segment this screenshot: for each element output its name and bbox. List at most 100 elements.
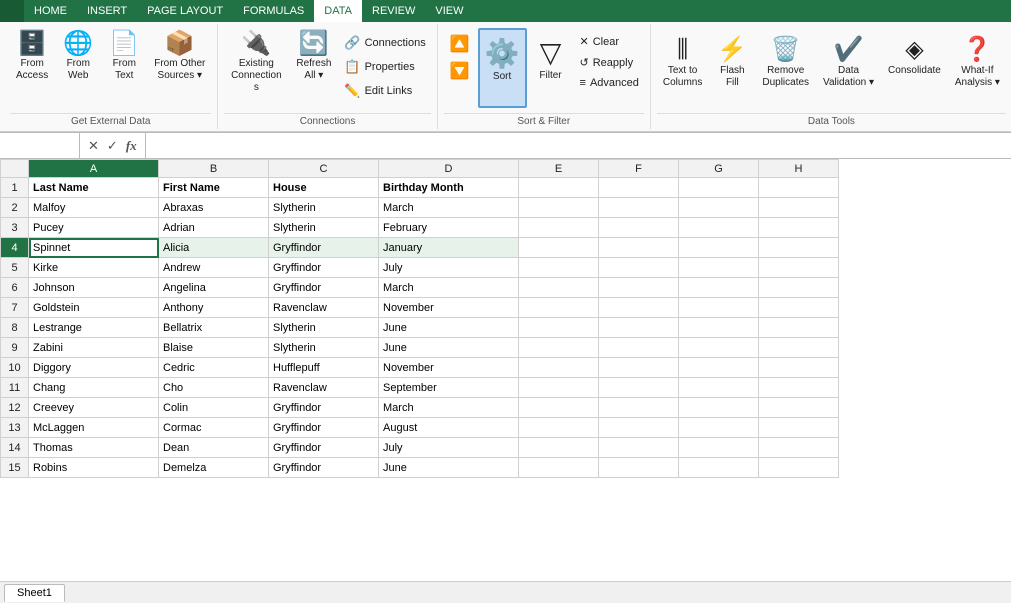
cell[interactable] [759,178,839,198]
cell[interactable]: Lestrange [29,318,159,338]
cell[interactable]: Gryffindor [269,438,379,458]
menu-home[interactable]: HOME [24,0,77,22]
cell[interactable] [599,298,679,318]
cell[interactable]: Adrian [159,218,269,238]
cell[interactable] [599,258,679,278]
menu-formulas[interactable]: FORMULAS [233,0,314,22]
row-header-11[interactable]: 11 [1,378,29,398]
cell[interactable] [679,438,759,458]
col-header-d[interactable]: D [379,160,519,178]
cell[interactable]: August [379,418,519,438]
cell[interactable]: July [379,438,519,458]
cell[interactable] [759,198,839,218]
col-header-b[interactable]: B [159,160,269,178]
cell[interactable]: March [379,198,519,218]
menu-data[interactable]: DATA [314,0,362,22]
row-header-8[interactable]: 8 [1,318,29,338]
cell[interactable] [599,218,679,238]
cell[interactable] [759,258,839,278]
cell[interactable] [679,278,759,298]
row-header-9[interactable]: 9 [1,338,29,358]
text-to-columns-button[interactable]: ⫼ Text toColumns [657,28,708,108]
refresh-all-button[interactable]: 🔄 RefreshAll ▾ [290,28,337,108]
cell[interactable]: Dean [159,438,269,458]
cell[interactable]: June [379,458,519,478]
cell-reference-box[interactable] [0,133,80,158]
cell[interactable]: First Name [159,178,269,198]
cell[interactable] [679,458,759,478]
cell[interactable] [599,378,679,398]
cell[interactable]: Slytherin [269,318,379,338]
cell[interactable]: Slytherin [269,218,379,238]
cell[interactable] [599,318,679,338]
cell[interactable] [759,378,839,398]
cell[interactable] [599,398,679,418]
cell[interactable]: June [379,318,519,338]
filter-button[interactable]: ▽ Filter [529,28,573,108]
cell[interactable] [679,258,759,278]
cell[interactable]: House [269,178,379,198]
cell[interactable] [759,218,839,238]
cell[interactable] [519,458,599,478]
cell[interactable] [679,298,759,318]
cell[interactable] [519,358,599,378]
cell[interactable] [519,378,599,398]
cell[interactable]: Birthday Month [379,178,519,198]
col-header-g[interactable]: G [679,160,759,178]
cell[interactable] [519,178,599,198]
cell[interactable]: Bellatrix [159,318,269,338]
cell[interactable] [679,378,759,398]
consolidate-button[interactable]: ◈ Consolidate [882,28,947,108]
cell[interactable]: September [379,378,519,398]
cell[interactable] [679,238,759,258]
from-other-sources-button[interactable]: 📦 From OtherSources ▾ [148,28,211,108]
cell[interactable] [519,238,599,258]
cell[interactable]: Pucey [29,218,159,238]
cell[interactable] [759,298,839,318]
cell[interactable]: Spinnet [29,238,159,258]
cell[interactable]: Robins [29,458,159,478]
what-if-analysis-button[interactable]: ❓ What-IfAnalysis ▾ [949,28,1006,108]
cell[interactable] [519,418,599,438]
menu-view[interactable]: VIEW [425,0,473,22]
sort-az-button[interactable]: 🔼 [446,32,474,56]
cell[interactable] [599,238,679,258]
cell[interactable]: Gryffindor [269,258,379,278]
cell[interactable]: November [379,298,519,318]
row-header-5[interactable]: 5 [1,258,29,278]
cell[interactable] [759,438,839,458]
cell[interactable] [519,338,599,358]
cell[interactable] [599,338,679,358]
formula-input[interactable] [146,133,1011,158]
cell[interactable] [759,358,839,378]
cell[interactable]: November [379,358,519,378]
cell[interactable] [599,198,679,218]
menu-page-layout[interactable]: PAGE LAYOUT [137,0,233,22]
sheet-tab-1[interactable]: Sheet1 [4,584,65,602]
cell[interactable] [679,338,759,358]
cell[interactable]: Gryffindor [269,458,379,478]
cell[interactable] [519,298,599,318]
cell[interactable] [679,318,759,338]
cell[interactable]: Andrew [159,258,269,278]
row-header-4[interactable]: 4 [1,238,29,258]
cell[interactable]: March [379,278,519,298]
cell[interactable]: Alicia [159,238,269,258]
cell[interactable]: Chang [29,378,159,398]
cell[interactable]: Angelina [159,278,269,298]
cell[interactable]: June [379,338,519,358]
properties-button[interactable]: 📋 Properties [339,56,430,78]
from-access-button[interactable]: 🗄️ FromAccess [10,28,54,108]
from-text-button[interactable]: 📄 FromText [102,28,146,108]
sheet-table-wrapper[interactable]: A B C D E F G H 1Last NameFirst NameHous… [0,159,1011,581]
cell[interactable] [519,198,599,218]
cell[interactable]: Gryffindor [269,418,379,438]
cell[interactable]: Kirke [29,258,159,278]
cell[interactable]: Demelza [159,458,269,478]
row-header-2[interactable]: 2 [1,198,29,218]
cell[interactable]: Slytherin [269,338,379,358]
cell[interactable]: Abraxas [159,198,269,218]
menu-insert[interactable]: INSERT [77,0,137,22]
cell[interactable] [519,438,599,458]
cell[interactable] [599,438,679,458]
